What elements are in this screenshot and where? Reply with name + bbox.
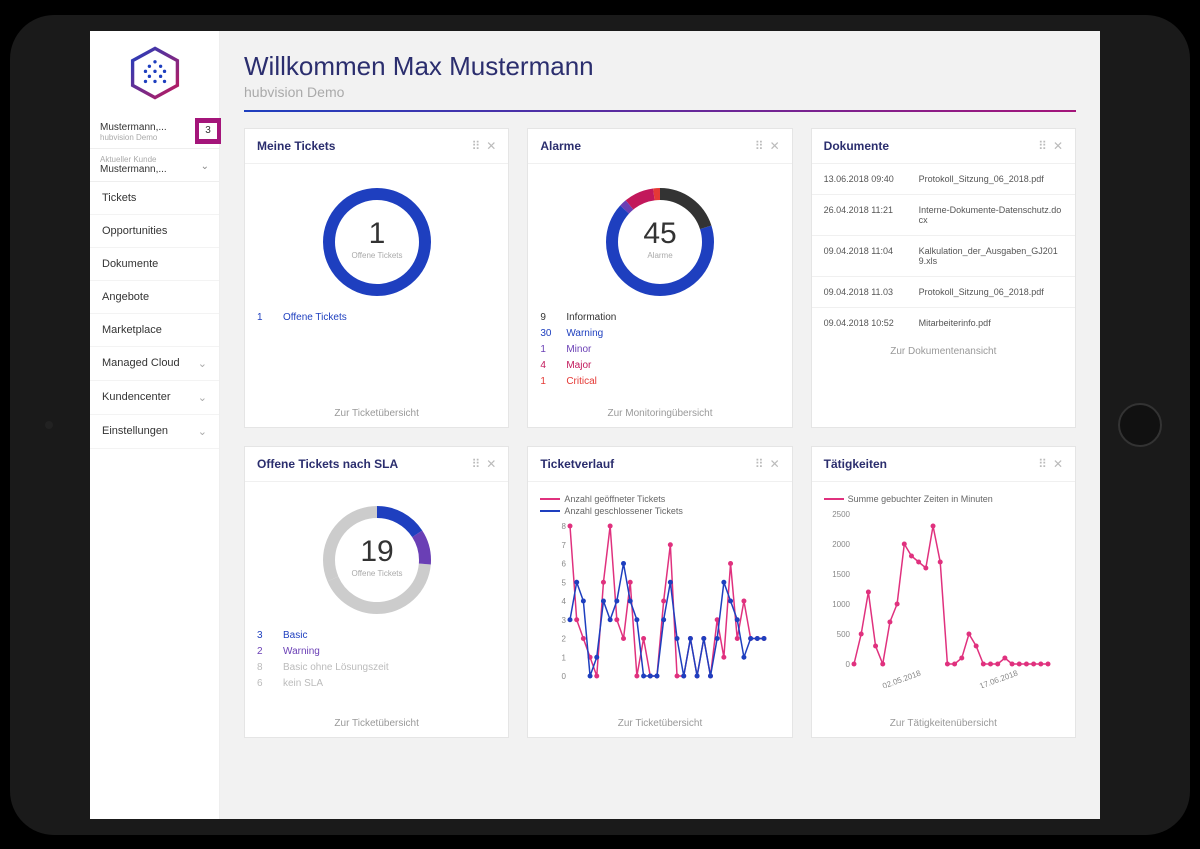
chevron-down-icon: ⌄ (198, 425, 207, 438)
drag-handle-icon[interactable]: ⠿ (1038, 457, 1047, 471)
main-content: Willkommen Max Mustermann hubvision Demo… (220, 31, 1100, 819)
widget-title: Offene Tickets nach SLA (257, 457, 465, 471)
tatig-legend: Summe gebuchter Zeiten in Minuten (824, 492, 1063, 508)
nav-item-opportunities[interactable]: Opportunities (90, 215, 219, 248)
document-row[interactable]: 09.04.2018 11.03Protokoll_Sitzung_06_201… (812, 277, 1075, 308)
sla-donut: 19Offene Tickets (257, 492, 496, 628)
close-icon[interactable]: ✕ (486, 139, 496, 153)
close-icon[interactable]: ✕ (1053, 139, 1063, 153)
close-icon[interactable]: ✕ (486, 457, 496, 471)
close-icon[interactable]: ✕ (770, 139, 780, 153)
widget-documents: Dokumente ⠿ ✕ 13.06.2018 09:40Protokoll_… (811, 128, 1076, 428)
svg-text:8: 8 (562, 522, 567, 531)
close-icon[interactable]: ✕ (770, 457, 780, 471)
home-button[interactable] (1118, 403, 1162, 447)
page-title: Willkommen Max Mustermann (244, 51, 1076, 82)
close-icon[interactable]: ✕ (1053, 457, 1063, 471)
widget-footer-link[interactable]: Zur Dokumentenansicht (812, 338, 1075, 365)
customer-value: Mustermann,... (100, 164, 209, 175)
widget-footer-link[interactable]: Zur Tätigkeitenübersicht (812, 710, 1075, 737)
chevron-down-icon: ⌄ (198, 357, 207, 370)
svg-text:6: 6 (562, 559, 567, 568)
tickets-legend: 1Offene Tickets (257, 310, 496, 326)
svg-text:0: 0 (562, 672, 567, 681)
svg-text:02.05.2018: 02.05.2018 (881, 668, 922, 688)
sla-legend: 3Basic2Warning8Basic ohne Lösungszeit6ke… (257, 628, 496, 692)
tablet-frame: Mustermann,... hubvision Demo 3 Aktuelle… (10, 15, 1190, 835)
svg-text:7: 7 (562, 540, 567, 549)
svg-text:500: 500 (836, 630, 850, 639)
document-list: 13.06.2018 09:40Protokoll_Sitzung_06_201… (812, 164, 1075, 338)
drag-handle-icon[interactable]: ⠿ (471, 457, 480, 471)
document-row[interactable]: 09.04.2018 10:52Mitarbeiterinfo.pdf (812, 308, 1075, 338)
svg-text:2: 2 (562, 634, 567, 643)
svg-text:3: 3 (562, 615, 567, 624)
widget-title: Meine Tickets (257, 139, 465, 153)
widget-ticketverlauf: Ticketverlauf ⠿ ✕ Anzahl geöffneter Tick… (527, 446, 792, 738)
nav-item-dokumente[interactable]: Dokumente (90, 248, 219, 281)
widget-my-tickets: Meine Tickets ⠿ ✕ 1Offene Tickets (244, 128, 509, 428)
drag-handle-icon[interactable]: ⠿ (755, 457, 764, 471)
widget-title: Dokumente (824, 139, 1032, 153)
drag-handle-icon[interactable]: ⠿ (755, 139, 764, 153)
svg-text:5: 5 (562, 578, 567, 587)
alarms-legend: 9Information30Warning1Minor4Major1Critic… (540, 310, 779, 390)
nav-item-angebote[interactable]: Angebote (90, 281, 219, 314)
camera-dot (45, 421, 53, 429)
svg-text:4: 4 (562, 597, 567, 606)
widget-grid: Meine Tickets ⠿ ✕ 1Offene Tickets (244, 128, 1076, 738)
notification-badge[interactable]: 3 (195, 118, 221, 144)
widget-footer-link[interactable]: Zur Ticketübersicht (245, 710, 508, 737)
svg-text:2500: 2500 (832, 510, 850, 519)
screen: Mustermann,... hubvision Demo 3 Aktuelle… (90, 31, 1100, 819)
svg-text:0: 0 (845, 660, 850, 669)
svg-text:1500: 1500 (832, 570, 850, 579)
widget-tatigkeiten: Tätigkeiten ⠿ ✕ Summe gebuchter Zeiten i… (811, 446, 1076, 738)
tickets-donut: 1Offene Tickets (257, 174, 496, 310)
nav-item-kundencenter[interactable]: Kundencenter⌄ (90, 381, 219, 415)
verlauf-legend: Anzahl geöffneter Tickets Anzahl geschlo… (540, 492, 779, 520)
customer-label: Aktueller Kunde (100, 155, 209, 164)
widget-footer-link[interactable]: Zur Monitoringübersicht (528, 400, 791, 427)
nav-item-einstellungen[interactable]: Einstellungen⌄ (90, 415, 219, 449)
chevron-down-icon: ⌄ (201, 161, 209, 172)
widget-alarms: Alarme ⠿ ✕ 45Alarme 9Information30 (527, 128, 792, 428)
page-subtitle: hubvision Demo (244, 84, 1076, 100)
customer-selector[interactable]: Aktueller Kunde Mustermann,... ⌄ (90, 149, 219, 182)
widget-footer-link[interactable]: Zur Ticketübersicht (528, 710, 791, 737)
document-row[interactable]: 09.04.2018 11:04Kalkulation_der_Ausgaben… (812, 236, 1075, 277)
drag-handle-icon[interactable]: ⠿ (1038, 139, 1047, 153)
header-divider (244, 110, 1076, 112)
nav-item-managed-cloud[interactable]: Managed Cloud⌄ (90, 347, 219, 381)
nav-list: TicketsOpportunitiesDokumenteAngeboteMar… (90, 182, 219, 449)
nav-item-marketplace[interactable]: Marketplace (90, 314, 219, 347)
user-name: Mustermann,... (100, 122, 209, 133)
widget-footer-link[interactable]: Zur Ticketübersicht (245, 400, 508, 427)
drag-handle-icon[interactable]: ⠿ (471, 139, 480, 153)
widget-title: Ticketverlauf (540, 457, 748, 471)
svg-text:1000: 1000 (832, 600, 850, 609)
widget-title: Tätigkeiten (824, 457, 1032, 471)
svg-text:1: 1 (562, 653, 567, 662)
sidebar: Mustermann,... hubvision Demo 3 Aktuelle… (90, 31, 220, 819)
tatig-chart: 0 500 1000 1500 2000 2500 02.05.2018 17.06.2018 (824, 508, 1054, 688)
svg-text:17.06.2018: 17.06.2018 (978, 668, 1019, 688)
user-box[interactable]: Mustermann,... hubvision Demo 3 (90, 116, 219, 149)
document-row[interactable]: 26.04.2018 11:21Interne-Dokumente-Datens… (812, 195, 1075, 236)
app-logo (90, 31, 219, 116)
verlauf-chart: 0 1 2 3 4 5 6 7 8 (540, 520, 770, 700)
svg-text:2000: 2000 (832, 540, 850, 549)
user-org: hubvision Demo (100, 133, 209, 142)
document-row[interactable]: 13.06.2018 09:40Protokoll_Sitzung_06_201… (812, 164, 1075, 195)
widget-sla: Offene Tickets nach SLA ⠿ ✕ 19Offene Tic… (244, 446, 509, 738)
nav-item-tickets[interactable]: Tickets (90, 182, 219, 215)
chevron-down-icon: ⌄ (198, 391, 207, 404)
alarms-donut: 45Alarme (540, 174, 779, 310)
widget-title: Alarme (540, 139, 748, 153)
badge-count: 3 (199, 123, 217, 139)
